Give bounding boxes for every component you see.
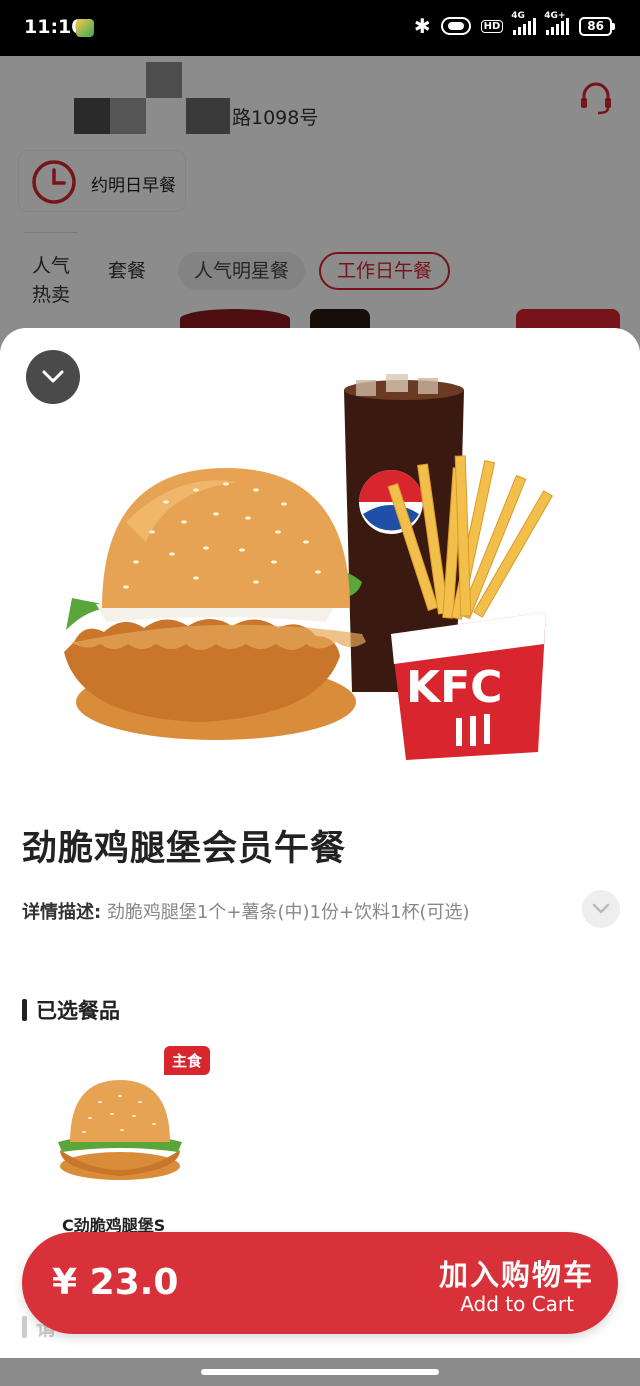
chevron-down-icon [592, 903, 610, 914]
description-label: 详情描述: [22, 902, 102, 923]
add-to-cart-bar[interactable]: ¥ 23.0 加入购物车 Add to Cart [22, 1232, 618, 1334]
add-to-cart-label-en: Add to Cart [460, 1292, 574, 1316]
svg-text:KFC: KFC [406, 662, 502, 713]
signal-icon-sim1: 4G [511, 11, 537, 35]
section-title: 已选餐品 [36, 999, 120, 1023]
battery-icon: 86 [579, 16, 615, 36]
section-marker [22, 999, 27, 1021]
selected-item-card[interactable]: 主食 C劲脆鸡腿堡S [44, 1042, 214, 1235]
signal-icon-sim2: 4G+ [544, 11, 570, 35]
product-detail-sheet: KFC 劲脆鸡腿堡会员午餐 详情描述: 劲脆鸡腿堡1个+薯条(中)1份+饮料1杯… [0, 328, 640, 1358]
section-marker [22, 1315, 27, 1338]
description-text: 劲脆鸡腿堡1个+薯条(中)1份+饮料1杯(可选) [106, 902, 470, 923]
bluetooth-icon: ✱ [413, 14, 431, 38]
item-category-badge: 主食 [164, 1046, 211, 1075]
home-indicator[interactable] [201, 1369, 439, 1375]
product-title: 劲脆鸡腿堡会员午餐 [22, 829, 347, 869]
add-to-cart-label: 加入购物车 [438, 1258, 594, 1292]
burger-thumbnail [58, 1080, 182, 1180]
product-description: 详情描述: 劲脆鸡腿堡1个+薯条(中)1份+饮料1杯(可选) [22, 898, 470, 924]
network-type-label: 4G+ [544, 11, 566, 21]
product-hero-image: KFC [64, 374, 554, 760]
vibrate-toggle-icon [440, 17, 471, 35]
status-bar: 11:10 ✱ HD 4G 4G+ 86 [0, 0, 640, 56]
network-type-label: 4G [511, 11, 525, 21]
expand-description-button[interactable] [582, 890, 620, 928]
total-price: ¥ 23.0 [52, 1262, 179, 1303]
app-notification-icon [76, 19, 94, 37]
hd-icon: HD [480, 19, 504, 33]
selected-items-heading: 已选餐品 [22, 995, 120, 1025]
status-icons: ✱ HD 4G 4G+ 86 [413, 11, 615, 38]
